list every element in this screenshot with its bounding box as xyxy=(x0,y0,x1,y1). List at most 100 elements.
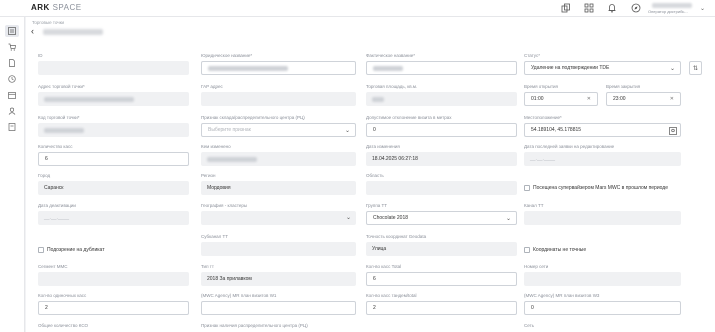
geography-select[interactable]: ⌄ xyxy=(201,211,356,225)
duplicate-checkbox-label: Подозрение на дубликат xyxy=(47,247,105,253)
network-label: Сеть xyxy=(524,323,535,328)
code-label: Код торговой точки* xyxy=(38,115,80,120)
coords-checkbox[interactable]: Координаты не точные xyxy=(524,247,586,253)
geodata-label: Точность координат Geodata xyxy=(366,234,427,239)
report-icon xyxy=(8,123,16,131)
address-label: Адрес торговой точки* xyxy=(38,84,85,89)
mwc-agency-w1-input[interactable] xyxy=(201,301,356,315)
actual-name-label: Фактическое название* xyxy=(366,53,415,58)
copy-icon[interactable] xyxy=(561,3,571,13)
sidebar-item-calendar[interactable] xyxy=(5,89,19,101)
status-select[interactable]: Удаление на подтверждении TDE ⌄ xyxy=(524,61,681,75)
checkbox-box[interactable] xyxy=(38,247,44,253)
tandem-cash-input[interactable]: 2 xyxy=(366,301,517,315)
status-action-button[interactable]: ⇅ xyxy=(689,61,702,75)
cart-icon xyxy=(8,43,16,51)
city-input: Саранск xyxy=(38,181,189,195)
distance-input[interactable]: 0 xyxy=(366,123,517,137)
subchannel-input xyxy=(201,242,356,256)
area-input xyxy=(366,92,517,106)
distance-label: Допустимое отклонение визита в метрах xyxy=(366,115,452,120)
page-title xyxy=(43,29,103,35)
breadcrumb[interactable]: Торговые точки xyxy=(32,20,64,25)
created-by-label: Кем изменено xyxy=(201,144,231,149)
geography-label: География - кластеры xyxy=(201,203,248,208)
cashboxes-label: Количество касс xyxy=(38,144,73,149)
single-cash-input[interactable]: 2 xyxy=(38,301,189,315)
segment-label: Сегмент ММС xyxy=(38,264,68,269)
app-logo[interactable]: ARK SPACE xyxy=(31,3,82,12)
channel-label: Канал ТТ xyxy=(524,203,544,208)
total-kco-label: Общее количество КСО xyxy=(38,323,89,328)
user-icon xyxy=(8,107,16,115)
open-time-input[interactable]: 01:00 ✕ xyxy=(524,92,598,106)
channel-input xyxy=(524,211,681,225)
visited-checkbox-label: Посещена супервайзером Mars MWC в прошло… xyxy=(533,185,668,191)
sidebar-item-users[interactable] xyxy=(5,105,19,117)
oblast-input xyxy=(366,181,517,195)
code-input xyxy=(38,123,189,137)
created-by-input xyxy=(201,152,356,166)
grid-icon[interactable] xyxy=(584,3,594,13)
chevron-down-icon: ⌄ xyxy=(344,128,350,134)
top-bar: ARK SPACE Оператор дистрибь... ⌄ xyxy=(0,0,715,17)
sidebar-item-orders[interactable] xyxy=(5,41,19,53)
segment-input xyxy=(38,272,189,286)
network-number-label: Номер сети xyxy=(524,264,549,269)
visited-checkbox[interactable]: Посещена супервайзером Mars MWC в прошло… xyxy=(524,185,668,191)
chevron-down-icon: ⌄ xyxy=(345,215,351,221)
actual-name-input[interactable] xyxy=(366,61,517,75)
area-label: Торговая площадь, кв.м. xyxy=(366,84,418,89)
legal-name-input[interactable] xyxy=(201,61,356,75)
mwc-agency-w3-input[interactable]: 0 xyxy=(524,301,681,315)
checkbox-box[interactable] xyxy=(524,185,530,191)
dc-sign-select[interactable]: Выберите признак ⌄ xyxy=(201,123,356,137)
cashboxes-input[interactable]: 6 xyxy=(38,152,189,166)
dc-sign2-label: Признак наличия распределительного центр… xyxy=(201,323,308,328)
clear-icon[interactable]: ✕ xyxy=(670,96,674,102)
tandem-cash-label: Кол-во касс тандем/total xyxy=(366,293,417,298)
app-root: ARK SPACE Оператор дистрибь... ⌄ Торговы… xyxy=(0,0,715,332)
tt-type-label: Тип тт xyxy=(201,264,214,269)
checkbox-box[interactable] xyxy=(524,247,530,253)
deactivation-date-input: __.__.____ xyxy=(38,211,189,225)
sidebar xyxy=(0,17,25,332)
group-select[interactable]: Chocolate 2018 ⌄ xyxy=(366,211,517,225)
location-input[interactable]: 54.189104, 45.178815 xyxy=(524,123,681,137)
list-icon xyxy=(8,27,16,35)
coords-checkbox-label: Координаты не точные xyxy=(533,247,587,253)
bell-icon[interactable] xyxy=(607,3,617,13)
chevron-down-icon: ⌄ xyxy=(669,66,675,72)
back-arrow-icon[interactable]: ‹ xyxy=(31,27,34,36)
user-name[interactable] xyxy=(652,3,692,8)
id-label: ID xyxy=(38,53,43,58)
region-label: Регион xyxy=(201,173,216,178)
sidebar-item-documents[interactable] xyxy=(5,57,19,69)
duplicate-checkbox[interactable]: Подозрение на дубликат xyxy=(38,247,105,253)
location-label: Местоположение* xyxy=(524,115,562,120)
user-role: Оператор дистрибь... xyxy=(648,9,688,14)
dc-sign-label: Признак склада/распределительного центра… xyxy=(201,115,305,120)
id-input xyxy=(38,61,189,75)
legal-name-label: Юридическое название* xyxy=(201,53,253,58)
chevron-down-icon[interactable]: ⌄ xyxy=(700,5,705,12)
fias-label: ГАР адрес xyxy=(201,84,223,89)
close-time-input[interactable]: 23:00 ✕ xyxy=(606,92,681,106)
sidebar-item-outlets[interactable] xyxy=(5,25,19,37)
single-cash-label: Кол-во одиночных касс xyxy=(38,293,87,298)
changed-date-input: 18.04.2025 06:27:18 xyxy=(366,152,517,166)
chevron-down-icon: ⌄ xyxy=(505,216,511,222)
pos-counter-input[interactable]: 6 xyxy=(366,272,517,286)
sidebar-item-reports[interactable] xyxy=(5,121,19,133)
compass-icon[interactable] xyxy=(631,3,641,13)
map-pin-icon[interactable] xyxy=(669,127,677,135)
open-time-label: Время открытия xyxy=(524,84,558,89)
group-label: Группа ТТ xyxy=(366,203,388,208)
geodata-input: Улица xyxy=(366,242,517,256)
clear-icon[interactable]: ✕ xyxy=(587,96,591,102)
network-number-input xyxy=(524,272,681,286)
sidebar-item-history[interactable] xyxy=(5,73,19,85)
last-req-date-input: __.__.____ xyxy=(524,152,681,166)
mwc-agency-w1-label: (MWC Agency) MR план визитов W1 xyxy=(201,293,277,298)
mwc-agency-w3-label: (MWC Agency) MR план визитов W3 xyxy=(524,293,600,298)
